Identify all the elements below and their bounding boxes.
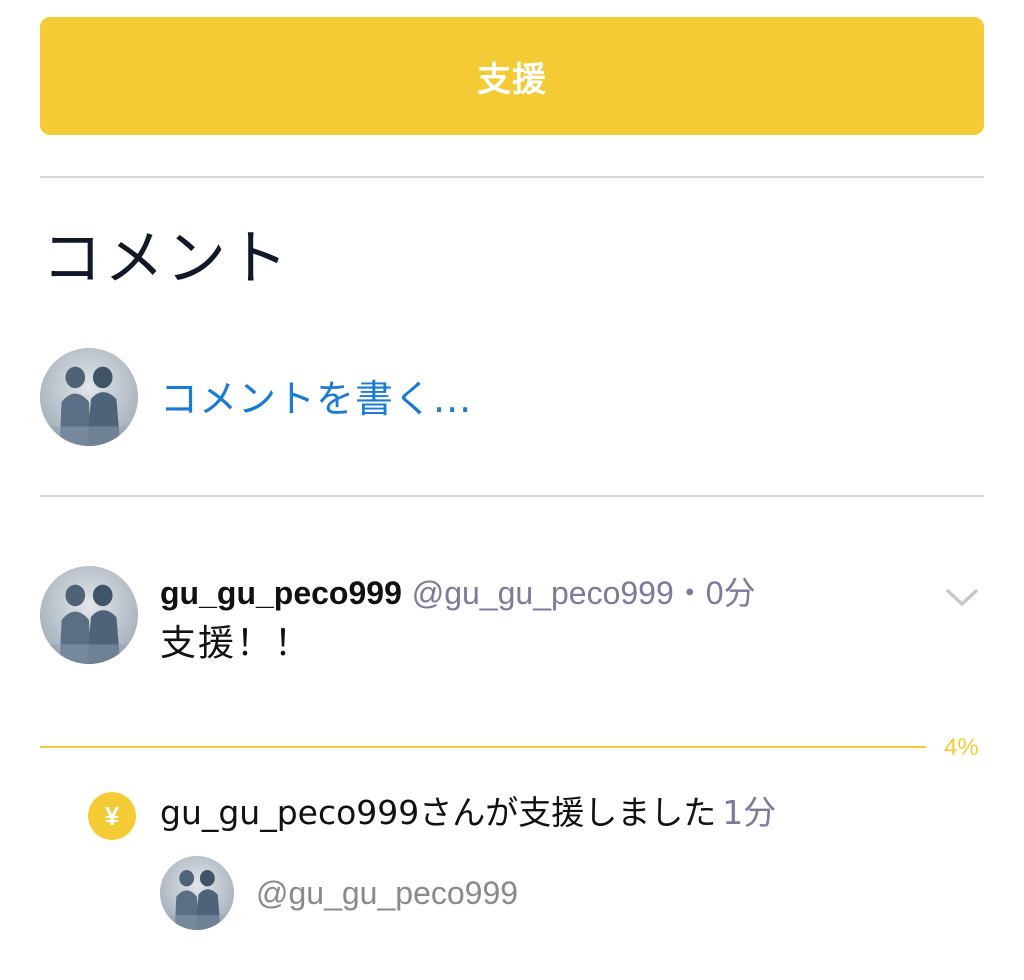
supporter-handle[interactable]: @gu_gu_peco999 bbox=[256, 872, 518, 914]
avatar-image bbox=[40, 566, 138, 664]
comment-username[interactable]: gu_gu_peco999 bbox=[160, 575, 402, 611]
comment-handle[interactable]: @gu_gu_peco999 bbox=[412, 575, 674, 611]
commenter-avatar[interactable] bbox=[40, 566, 138, 664]
divider bbox=[40, 176, 984, 178]
avatar-image bbox=[160, 856, 234, 930]
support-progress-label: 4% bbox=[944, 734, 979, 761]
chevron-down-icon[interactable] bbox=[942, 582, 982, 612]
comment-body: 支援！！ bbox=[160, 623, 313, 664]
comment-separator: ・ bbox=[673, 575, 706, 611]
write-comment-link[interactable]: コメントを書く... bbox=[160, 372, 472, 426]
comments-title: コメント bbox=[42, 224, 290, 294]
yen-icon: ¥ bbox=[88, 792, 136, 840]
comment-time: 0分 bbox=[705, 575, 756, 611]
supporter-avatar[interactable] bbox=[160, 856, 234, 930]
avatar-image bbox=[40, 348, 138, 446]
support-progress-bar bbox=[40, 746, 926, 748]
support-button-label: 支援 bbox=[477, 59, 547, 100]
support-activity: gu_gu_peco999さんが支援しました 1分 bbox=[160, 790, 776, 836]
comment-header: gu_gu_peco999 @gu_gu_peco999・0分 bbox=[160, 572, 756, 615]
support-button[interactable]: 支援 bbox=[40, 17, 984, 135]
divider bbox=[40, 495, 984, 497]
support-activity-text: gu_gu_peco999さんが支援しました bbox=[160, 793, 717, 832]
support-activity-time: 1分 bbox=[722, 793, 777, 832]
current-user-avatar bbox=[40, 348, 138, 446]
